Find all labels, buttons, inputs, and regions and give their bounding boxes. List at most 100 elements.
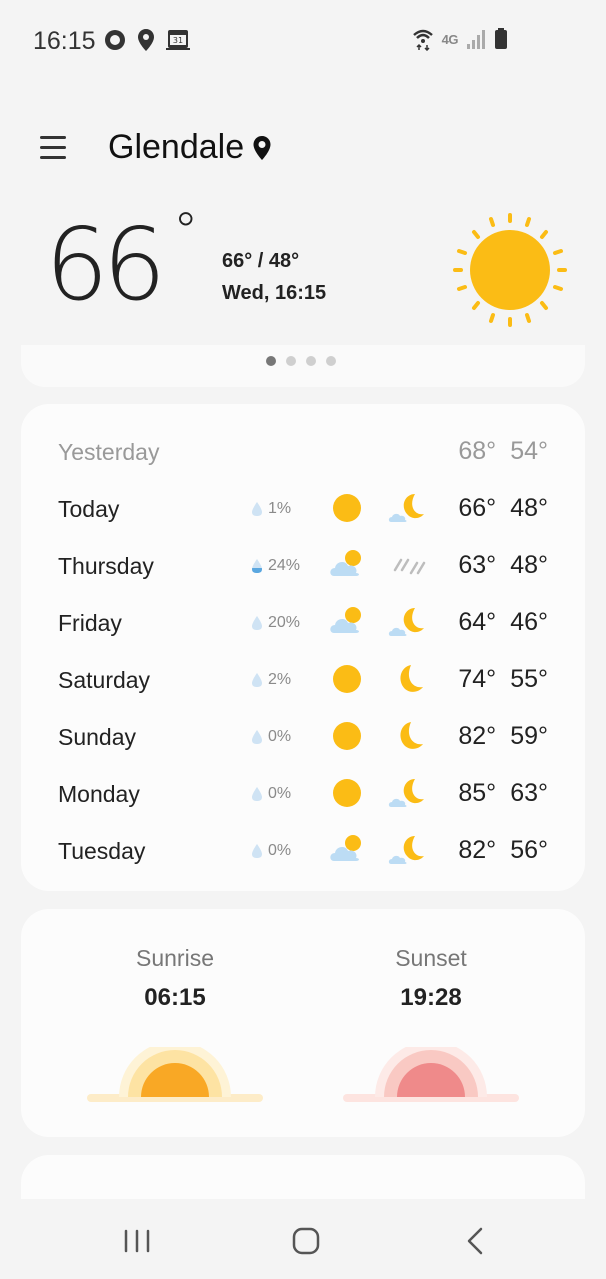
- moon-icon: [387, 659, 427, 699]
- low-temp: 59°: [510, 722, 548, 750]
- next-card: [21, 1155, 585, 1199]
- calendar-icon: 31: [166, 30, 190, 50]
- city-name: Glendale: [108, 128, 245, 166]
- home-icon[interactable]: [286, 1223, 326, 1259]
- sunrise-label: Sunrise: [136, 945, 214, 971]
- day-label: Tuesday: [58, 838, 146, 864]
- page-dot[interactable]: [266, 356, 276, 366]
- precip-chance: 2%: [251, 671, 291, 689]
- temps: 82° 59°: [458, 722, 548, 751]
- sunny-icon: [453, 213, 567, 327]
- precip-chance: 0%: [251, 842, 291, 860]
- current-conditions: 66 ° 66° / 48° Wed, 16:15: [0, 202, 606, 327]
- daily-forecast-card[interactable]: Yesterday 68° 54° Today 1% 66° 48° Thursd…: [21, 404, 585, 891]
- low-temp: 54°: [510, 437, 548, 465]
- precip-chance: 24%: [251, 557, 300, 575]
- wifi-icon: [412, 29, 433, 51]
- day-label: Saturday: [58, 667, 151, 693]
- rain-icon: [387, 545, 427, 585]
- sunny-icon: [327, 716, 367, 756]
- raindrop-icon: [251, 786, 263, 802]
- sunrise-section: Sunrise 06:15: [75, 909, 275, 1012]
- low-temp: 48°: [510, 494, 548, 522]
- partly-cloudy-icon: [327, 545, 367, 585]
- raindrop-icon: [251, 501, 263, 517]
- page-dot[interactable]: [286, 356, 296, 366]
- sunrise-sunset-card: Sunrise 06:15 Sunset 19:28: [21, 909, 585, 1137]
- precip-chance: 0%: [251, 728, 291, 746]
- back-icon[interactable]: [456, 1223, 496, 1259]
- forecast-row[interactable]: Today 1% 66° 48°: [21, 482, 585, 539]
- forecast-row[interactable]: Saturday 2% 74° 55°: [21, 653, 585, 710]
- day-label: Monday: [58, 781, 140, 807]
- low-temp: 56°: [510, 836, 548, 864]
- sunrise-time: 06:15: [144, 984, 206, 1011]
- temps: 63° 48°: [458, 551, 548, 580]
- status-notification-icons: 31: [103, 28, 191, 52]
- high-temp: 66°: [458, 494, 497, 522]
- high-temp: 64°: [458, 608, 497, 636]
- forecast-row[interactable]: Sunday 0% 82° 59°: [21, 710, 585, 767]
- temps: 64° 46°: [458, 608, 548, 637]
- temps: 82° 56°: [458, 836, 548, 865]
- raindrop-icon: [251, 672, 263, 688]
- cloudy-moon-icon: [387, 602, 427, 642]
- header: Glendale: [0, 120, 606, 180]
- sunset-time: 19:28: [400, 984, 462, 1011]
- page-dot[interactable]: [306, 356, 316, 366]
- day-label: Friday: [58, 610, 122, 636]
- cloudy-moon-icon: [387, 773, 427, 813]
- moon-icon: [387, 716, 427, 756]
- current-hi-lo: 66° / 48°: [222, 250, 300, 272]
- page-indicator: [266, 356, 336, 366]
- sunny-icon: [327, 773, 367, 813]
- current-temperature: 66 °: [45, 202, 199, 323]
- sunset-section: Sunset 19:28: [331, 909, 531, 1012]
- low-temp: 46°: [510, 608, 548, 636]
- recent-apps-icon[interactable]: [117, 1223, 157, 1259]
- sunny-icon: [327, 659, 367, 699]
- precip-chance: 20%: [251, 614, 300, 632]
- battery-icon: [495, 28, 507, 49]
- day-label: Today: [58, 496, 120, 522]
- day-label: Yesterday: [58, 439, 160, 465]
- high-temp: 74°: [458, 665, 497, 693]
- menu-button[interactable]: [38, 134, 68, 160]
- status-time: 16:15: [33, 27, 96, 55]
- raindrop-icon: [251, 843, 263, 859]
- sunset-icon: [343, 1047, 519, 1102]
- forecast-row[interactable]: Tuesday 0% 82° 56°: [21, 824, 585, 881]
- temps: 85° 63°: [458, 779, 548, 808]
- forecast-row[interactable]: Monday 0% 85° 63°: [21, 767, 585, 824]
- day-label: Sunday: [58, 724, 137, 750]
- high-temp: 85°: [458, 779, 497, 807]
- high-temp: 68°: [458, 437, 497, 465]
- partly-cloudy-icon: [327, 602, 367, 642]
- sunny-icon: [327, 488, 367, 528]
- high-temp: 82°: [458, 836, 497, 864]
- status-system-icons: 4G: [412, 27, 508, 51]
- messenger-icon: [105, 30, 125, 50]
- cloudy-moon-icon: [387, 488, 427, 528]
- temps: 74° 55°: [458, 665, 548, 694]
- partly-cloudy-icon: [327, 830, 367, 870]
- low-temp: 63°: [510, 779, 548, 807]
- cloudy-moon-icon: [387, 830, 427, 870]
- precip-chance: 1%: [251, 500, 291, 518]
- location-title[interactable]: Glendale: [108, 128, 272, 167]
- navigation-bar: [0, 1199, 606, 1279]
- forecast-row[interactable]: Friday 20% 64° 46°: [21, 596, 585, 653]
- day-label: Thursday: [58, 553, 154, 579]
- svg-text:31: 31: [173, 36, 183, 45]
- network-type: 4G: [441, 31, 459, 47]
- status-bar: 16:15 31 4G: [0, 0, 606, 80]
- low-temp: 55°: [510, 665, 548, 693]
- high-temp: 82°: [458, 722, 497, 750]
- temps: 68° 54°: [458, 437, 548, 466]
- raindrop-icon: [251, 558, 263, 574]
- sunrise-icon: [87, 1047, 263, 1102]
- high-temp: 63°: [458, 551, 497, 579]
- precip-chance: 0%: [251, 785, 291, 803]
- forecast-row[interactable]: Thursday 24% 63° 48°: [21, 539, 585, 596]
- page-dot[interactable]: [326, 356, 336, 366]
